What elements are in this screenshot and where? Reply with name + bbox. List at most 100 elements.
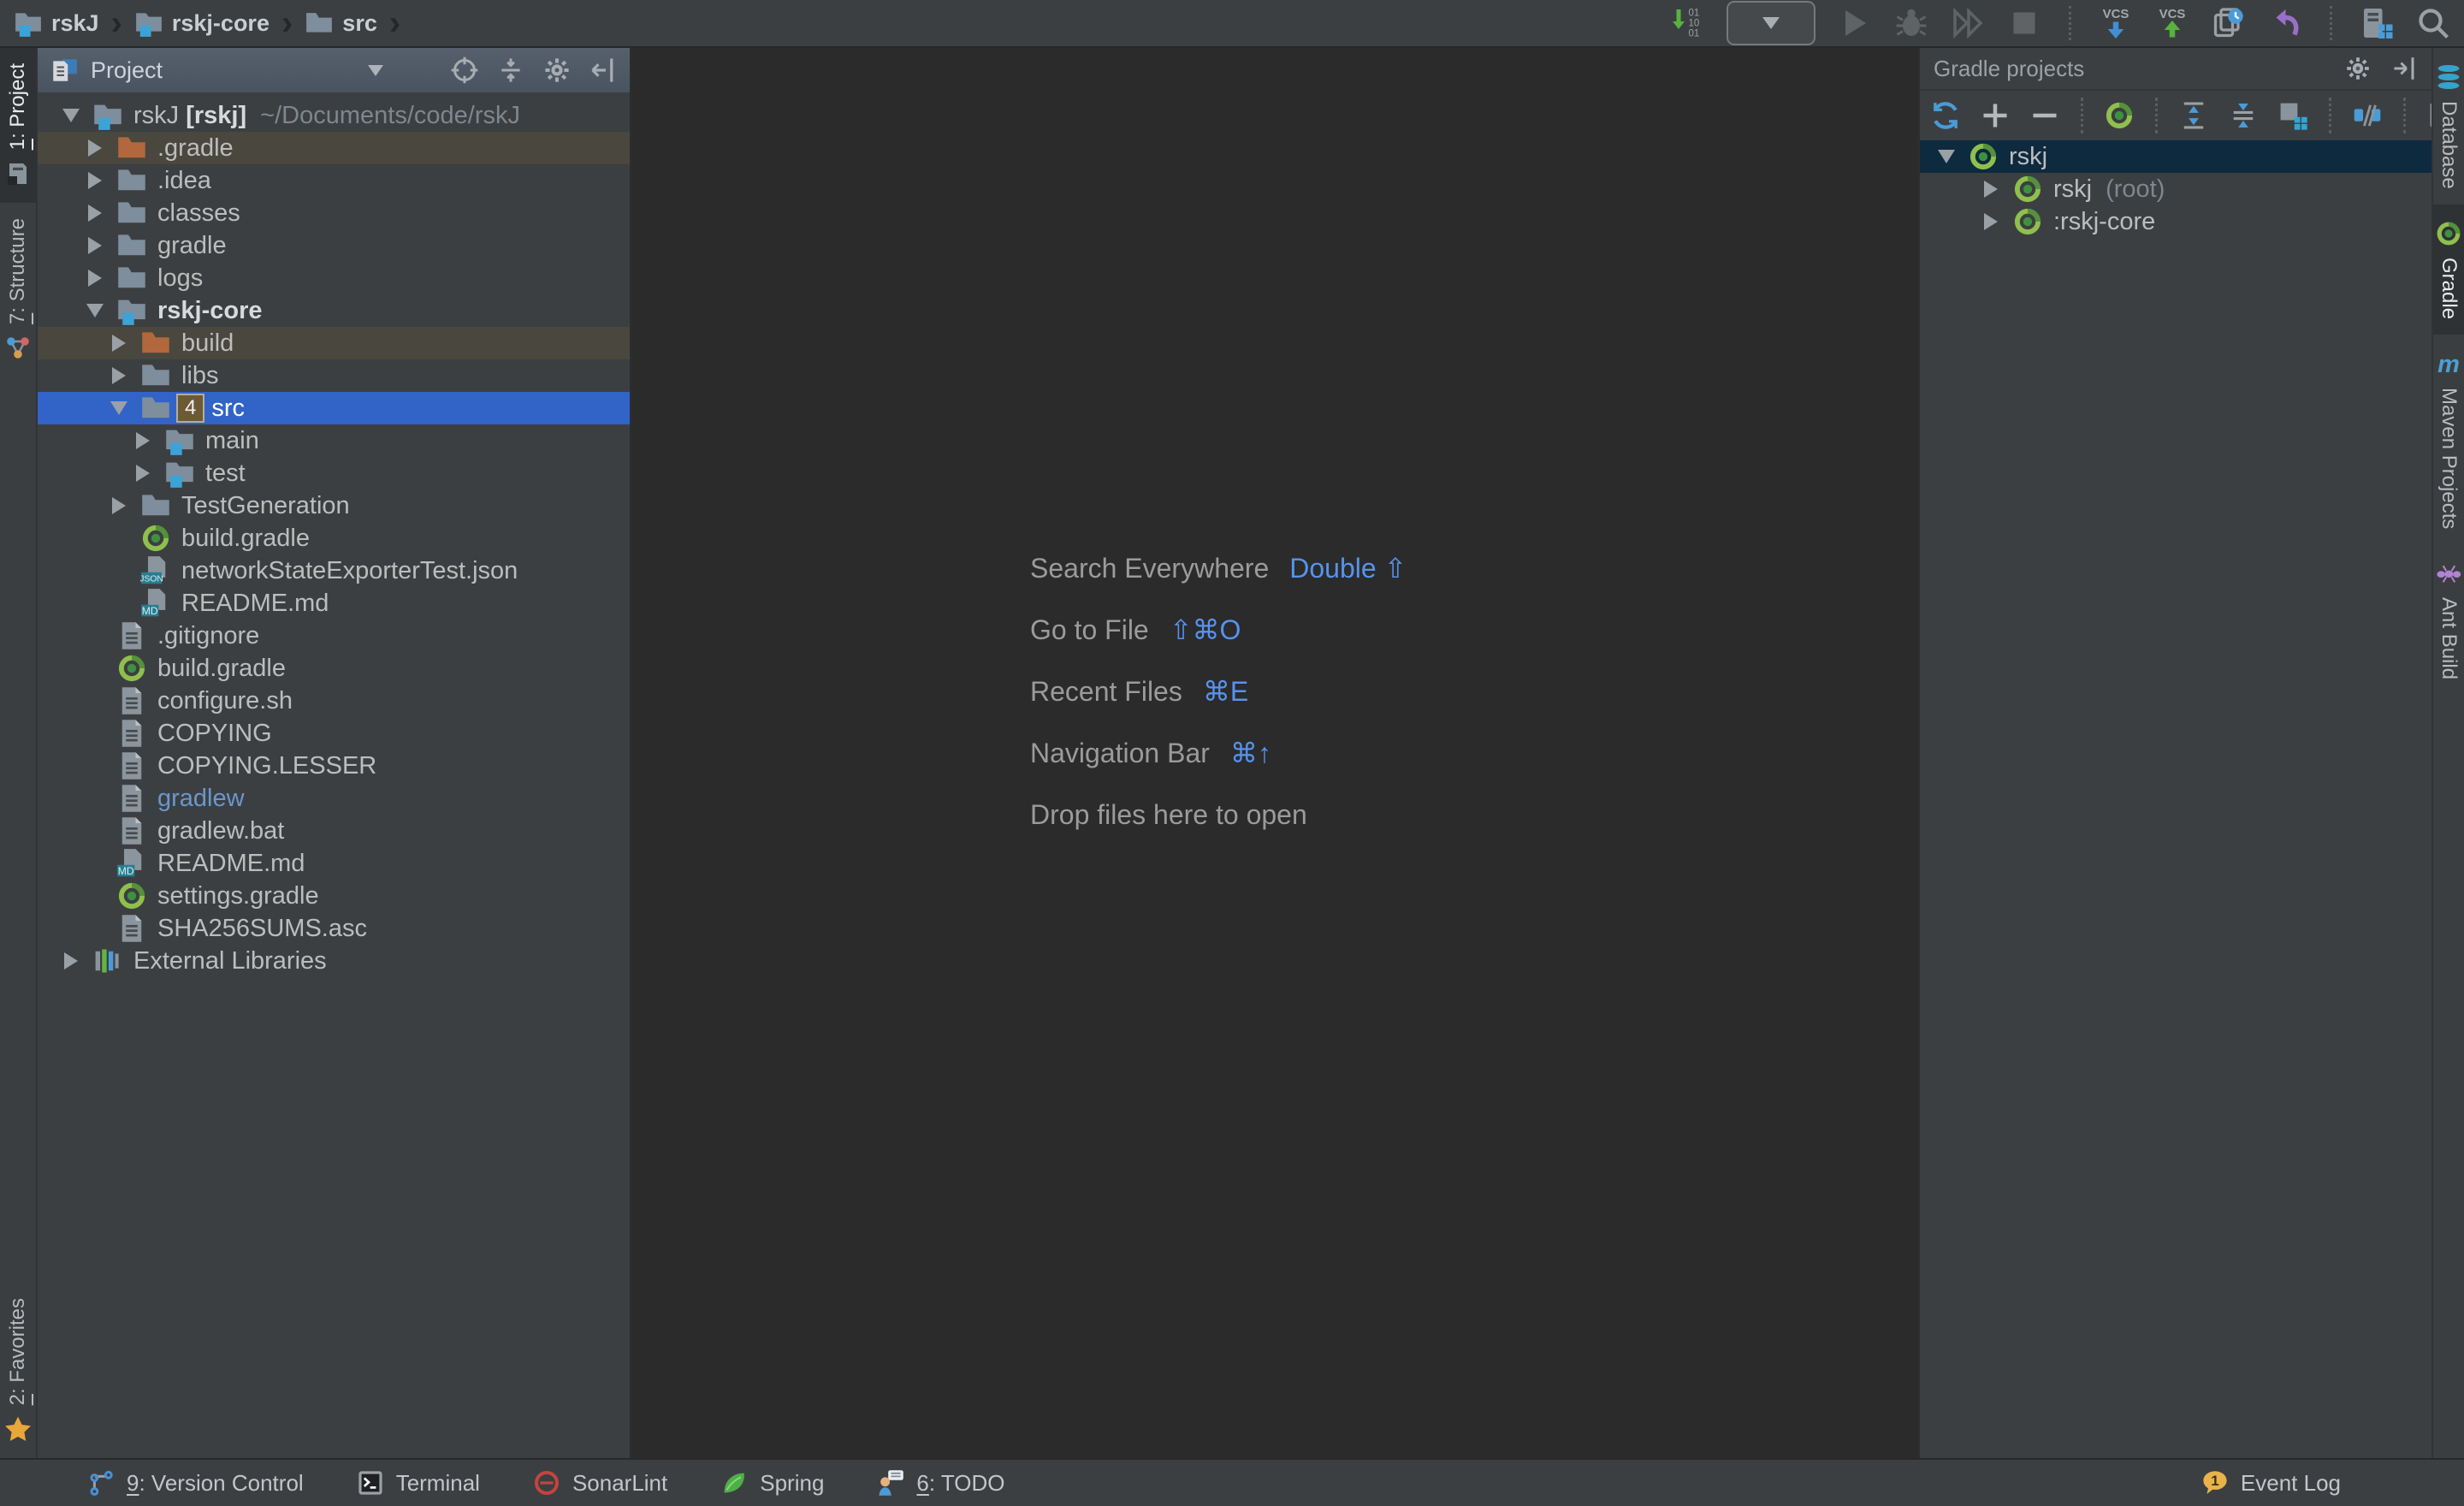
gradle-refresh-button[interactable] bbox=[1930, 100, 1961, 131]
gradle-panel-title: Gradle projects bbox=[1934, 56, 2084, 82]
tree-item-gradlew[interactable]: gradlew bbox=[38, 782, 630, 815]
tree-item-readme-md[interactable]: MDREADME.md bbox=[38, 847, 630, 880]
tree-item-testgeneration[interactable]: TestGeneration bbox=[38, 489, 630, 522]
tree-expander[interactable] bbox=[123, 432, 163, 449]
search-everywhere-button[interactable] bbox=[2416, 6, 2450, 40]
tree-item-build-gradle[interactable]: build.gradle bbox=[38, 522, 630, 554]
stripe-tab-Maven Projects[interactable]: mMaven Projects bbox=[2433, 335, 2464, 544]
gradle-tree-item-rskj[interactable]: rskj bbox=[1920, 140, 2431, 173]
tree-expander[interactable] bbox=[51, 109, 91, 122]
tree-expander[interactable] bbox=[99, 401, 139, 415]
tree-item--idea[interactable]: .idea bbox=[38, 164, 630, 197]
tree-item-gradlew-bat[interactable]: gradlew.bat bbox=[38, 815, 630, 847]
tree-expander[interactable] bbox=[75, 172, 115, 189]
stripe-tab-label: Gradle bbox=[2437, 258, 2461, 319]
tree-expander[interactable] bbox=[51, 952, 91, 969]
editor-area[interactable]: Search EverywhereDouble ⇧Go to File⇧⌘ORe… bbox=[631, 48, 1918, 1458]
tree-expander[interactable] bbox=[123, 465, 163, 482]
svg-text:MD: MD bbox=[142, 605, 158, 617]
gradle-collapse-all-button[interactable] bbox=[2228, 100, 2259, 131]
tree-expander[interactable] bbox=[75, 304, 115, 317]
status-item-terminal[interactable]: Terminal bbox=[357, 1469, 480, 1497]
gradle-add-button[interactable] bbox=[1980, 100, 2011, 131]
tree-expander[interactable] bbox=[99, 335, 139, 352]
tree-item-module-name: [rskj] bbox=[179, 102, 246, 130]
status-item-versioncontrol[interactable]: 9: Version Control bbox=[87, 1469, 304, 1497]
tree-item-rskj[interactable]: rskJ [rskj]~/Documents/code/rskJ bbox=[38, 99, 630, 132]
tree-item-copying-lesser[interactable]: COPYING.LESSER bbox=[38, 750, 630, 782]
tree-item-networkstateexportertest-json[interactable]: JSONnetworkStateExporterTest.json bbox=[38, 554, 630, 587]
combo-dropdown-arrow-icon bbox=[1762, 17, 1780, 29]
tree-item-readme-md[interactable]: MDREADME.md bbox=[38, 587, 630, 620]
status-item-label: 9: Version Control bbox=[127, 1470, 304, 1497]
status-item-eventlog[interactable]: 1Event Log bbox=[2201, 1469, 2341, 1497]
tree-item-test[interactable]: test bbox=[38, 457, 630, 489]
collapse-all-panel-icon[interactable] bbox=[496, 56, 525, 85]
tree-expander[interactable] bbox=[75, 139, 115, 157]
tree-item-src[interactable]: 4src bbox=[38, 392, 630, 424]
tree-item-configure-sh[interactable]: configure.sh bbox=[38, 685, 630, 717]
stripe-tab-Ant Build[interactable]: Ant Build bbox=[2433, 544, 2464, 695]
revert-button[interactable] bbox=[2268, 6, 2302, 40]
tree-expander[interactable] bbox=[1971, 181, 2011, 198]
breadcrumb-item-rskj-core[interactable]: rskj-core bbox=[134, 9, 270, 38]
tree-item-logs[interactable]: logs bbox=[38, 262, 630, 294]
stripe-tab-Database[interactable]: Database bbox=[2433, 48, 2464, 205]
vcs-update-button[interactable]: VCS bbox=[2099, 6, 2133, 40]
tree-expander[interactable] bbox=[75, 270, 115, 287]
gradle-expand-all-button[interactable] bbox=[2178, 100, 2209, 131]
tree-expander[interactable] bbox=[75, 205, 115, 222]
gradle-icon bbox=[2012, 206, 2043, 237]
tree-item-build-gradle[interactable]: build.gradle bbox=[38, 652, 630, 685]
collapsed-arrow-icon bbox=[88, 205, 102, 222]
tree-expander[interactable] bbox=[1927, 150, 1966, 163]
stripe-tab-structure[interactable]: 7: Structure bbox=[0, 203, 36, 377]
settings-gear-icon[interactable] bbox=[2344, 55, 2372, 82]
gradle-gradle-button[interactable] bbox=[2104, 100, 2135, 131]
vcs-commit-button[interactable]: VCS bbox=[2155, 6, 2189, 40]
gradle-toggle-offline-button[interactable] bbox=[2352, 100, 2383, 131]
svg-text:JSON: JSON bbox=[140, 575, 163, 584]
tree-expander[interactable] bbox=[75, 237, 115, 254]
run-config-select[interactable] bbox=[1727, 1, 1815, 45]
tree-item-sha256sums-asc[interactable]: SHA256SUMS.asc bbox=[38, 912, 630, 945]
stripe-tab-project[interactable]: 1: Project bbox=[0, 48, 36, 203]
status-item-sonarlint[interactable]: SonarLint bbox=[533, 1469, 667, 1497]
stripe-tab-favorites[interactable]: 2: Favorites bbox=[0, 1283, 36, 1458]
tree-item--gradle[interactable]: .gradle bbox=[38, 132, 630, 164]
tree-item-build[interactable]: build bbox=[38, 327, 630, 359]
tree-expander[interactable] bbox=[99, 367, 139, 384]
gradle-remove-button[interactable] bbox=[2029, 100, 2060, 131]
tree-item-copying[interactable]: COPYING bbox=[38, 717, 630, 750]
recent-changes-button[interactable] bbox=[2212, 6, 2246, 40]
tree-item-settings-gradle[interactable]: settings.gradle bbox=[38, 880, 630, 912]
gradle-tree-item--rskj-core[interactable]: :rskj-core bbox=[1920, 205, 2431, 238]
status-item-todo[interactable]: 6: TODO bbox=[877, 1469, 1004, 1497]
breadcrumb-item-src[interactable]: src bbox=[305, 9, 377, 38]
hide-left-icon[interactable] bbox=[589, 56, 618, 85]
tree-item-classes[interactable]: classes bbox=[38, 197, 630, 229]
breadcrumb-item-rskJ[interactable]: rskJ bbox=[14, 9, 99, 38]
gradle-tree-item-rskj[interactable]: rskj(root) bbox=[1920, 173, 2431, 205]
collapsed-arrow-icon bbox=[1984, 181, 1998, 198]
tree-item-gradle[interactable]: gradle bbox=[38, 229, 630, 262]
tree-expander[interactable] bbox=[99, 497, 139, 514]
tree-item-main[interactable]: main bbox=[38, 424, 630, 457]
tree-item-external-libraries[interactable]: External Libraries bbox=[38, 945, 630, 977]
vcs-checkout-button[interactable]: 011001 bbox=[1670, 6, 1704, 40]
tree-item--gitignore[interactable]: .gitignore bbox=[38, 620, 630, 652]
status-item-spring[interactable]: Spring bbox=[720, 1469, 824, 1497]
tree-item-rskj-core[interactable]: rskj-core bbox=[38, 294, 630, 327]
project-structure-button[interactable] bbox=[2360, 6, 2394, 40]
locate-icon[interactable] bbox=[450, 56, 479, 85]
tree-item-label: test bbox=[205, 460, 246, 488]
settings-gear-icon[interactable] bbox=[542, 56, 572, 85]
stripe-tab-Gradle[interactable]: Gradle bbox=[2433, 205, 2464, 335]
tree-item-libs[interactable]: libs bbox=[38, 359, 630, 392]
gradle-group-modules-button[interactable] bbox=[2277, 100, 2308, 131]
svg-text:m: m bbox=[2437, 351, 2460, 377]
hide-right-icon[interactable] bbox=[2390, 55, 2418, 82]
project-view-dropdown-arrow[interactable] bbox=[368, 65, 383, 76]
tree-expander[interactable] bbox=[1971, 213, 2011, 230]
stripe-tab-label: 1: Project bbox=[6, 63, 30, 150]
